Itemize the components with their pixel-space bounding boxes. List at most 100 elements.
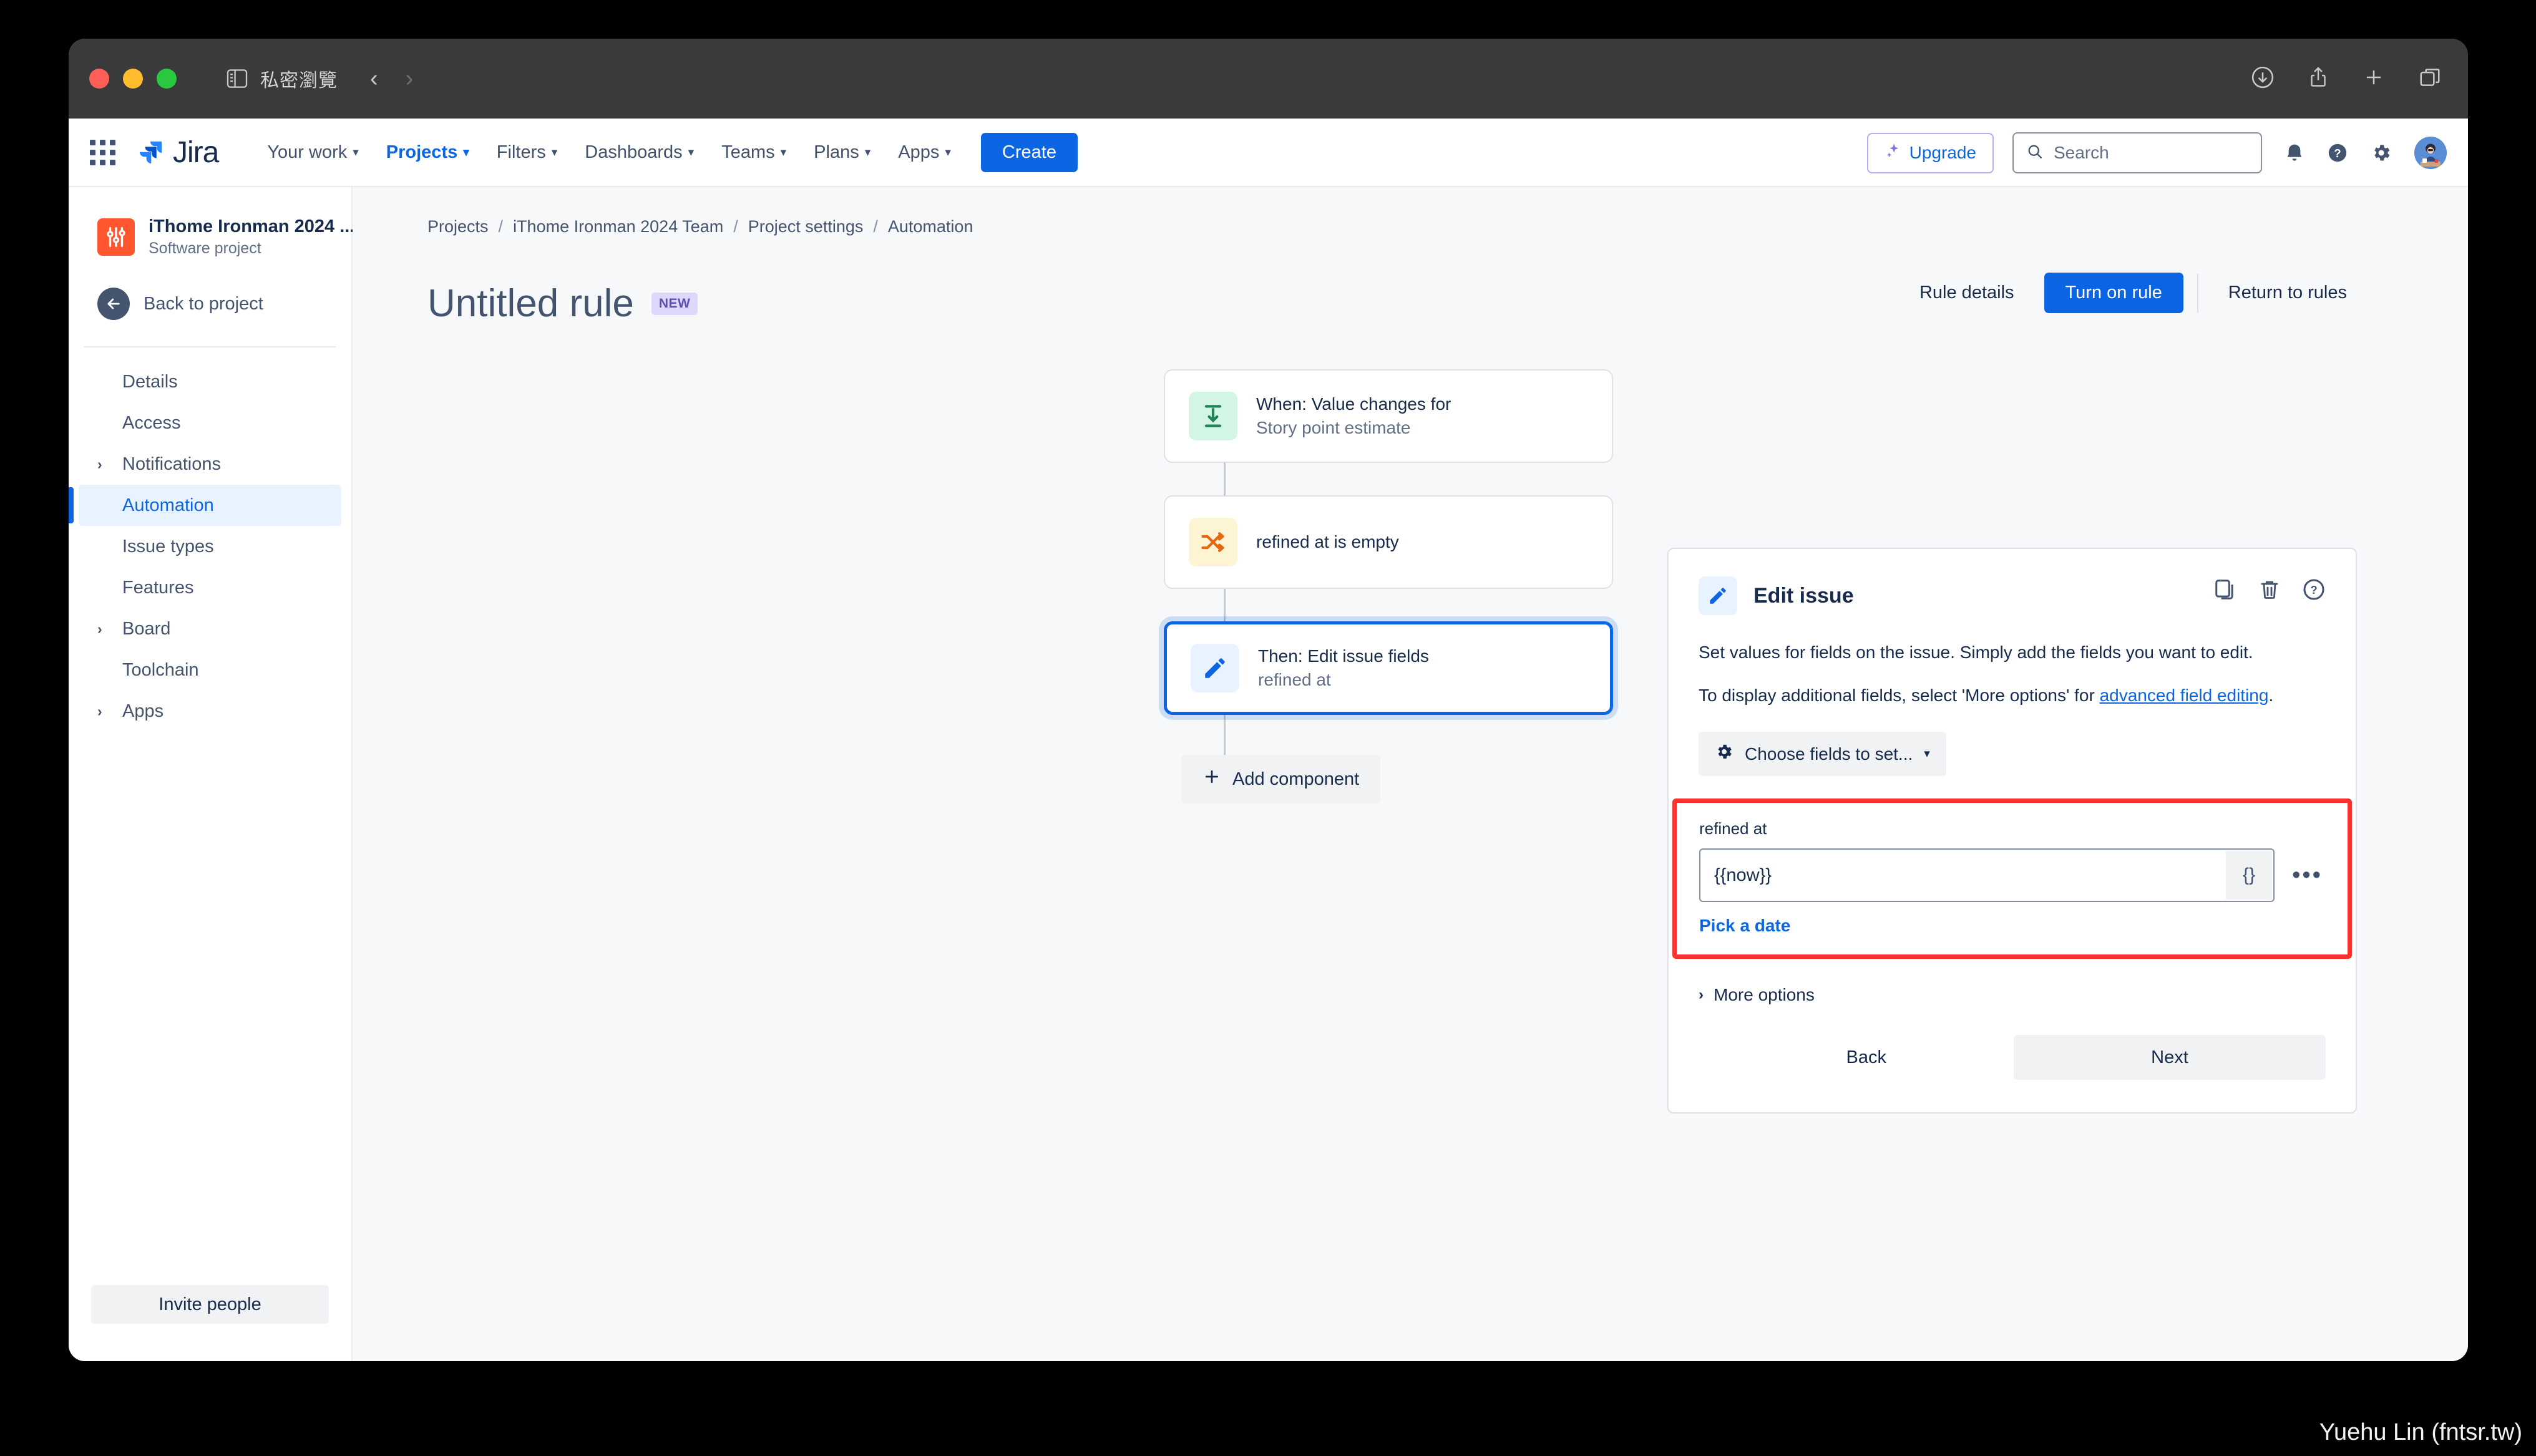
breadcrumb-project-settings[interactable]: Project settings <box>748 217 864 236</box>
more-options-label: More options <box>1714 985 1815 1005</box>
breadcrumb-automation[interactable]: Automation <box>888 217 973 236</box>
choose-fields-to-set-dropdown[interactable]: Choose fields to set... ▾ <box>1699 732 1946 777</box>
rule-node-action[interactable]: Then: Edit issue fields refined at <box>1164 621 1613 715</box>
chevron-right-icon: › <box>97 620 102 637</box>
browser-back-button[interactable]: ‹ <box>370 67 378 90</box>
minimize-window-button[interactable] <box>123 69 143 89</box>
app-switcher-icon[interactable] <box>90 139 115 165</box>
sidebar-item-board[interactable]: › Board <box>79 608 341 649</box>
browser-forward-button[interactable]: › <box>406 67 414 90</box>
jira-page: Jira Your work ▾ Projects ▾ Filters ▾ Da… <box>69 119 2468 1361</box>
rule-details-button[interactable]: Rule details <box>1903 273 2031 313</box>
sidebar-toggle-icon[interactable] <box>227 69 248 88</box>
search-input[interactable] <box>2054 143 2248 163</box>
pick-a-date-link[interactable]: Pick a date <box>1699 916 1790 936</box>
upgrade-button[interactable]: Upgrade <box>1866 132 1994 173</box>
sidebar-item-label: Access <box>122 412 181 433</box>
breadcrumb-project[interactable]: iThome Ironman 2024 Team <box>513 217 723 236</box>
delete-trash-icon[interactable] <box>2258 578 2281 601</box>
new-tab-icon[interactable] <box>2362 66 2386 92</box>
maximize-window-button[interactable] <box>157 69 177 89</box>
sidebar-item-label: Issue types <box>122 536 214 556</box>
settings-gear-icon[interactable] <box>2371 142 2392 163</box>
edit-issue-icon <box>1699 576 1737 615</box>
tab-overview-icon[interactable] <box>2418 66 2442 92</box>
sidebar-item-automation[interactable]: Automation <box>69 485 341 527</box>
chevron-down-icon: ▾ <box>945 145 951 159</box>
share-icon[interactable] <box>2307 66 2329 92</box>
refined-at-input[interactable] <box>1700 850 2274 901</box>
project-header[interactable]: iThome Ironman 2024 ... Software project <box>69 187 354 258</box>
rule-flow: When: Value changes for Story point esti… <box>1164 369 1613 803</box>
nav-label: Dashboards <box>585 142 683 162</box>
help-circle-icon[interactable]: ? <box>2302 578 2326 601</box>
watermark: Yuehu Lin (fntsr.tw) <box>2319 1419 2522 1445</box>
advanced-field-editing-link[interactable]: advanced field editing <box>2100 686 2269 705</box>
nav-item-projects[interactable]: Projects ▾ <box>373 133 483 172</box>
sidebar-item-features[interactable]: Features <box>79 567 341 608</box>
help-icon[interactable]: ? <box>2327 142 2348 163</box>
svg-text:?: ? <box>2334 147 2341 160</box>
jira-logo[interactable]: Jira <box>137 135 219 170</box>
page-title[interactable]: Untitled rule <box>427 281 634 326</box>
sidebar-item-notifications[interactable]: › Notifications <box>79 444 341 485</box>
breadcrumb-separator: / <box>733 217 738 236</box>
jira-wordmark: Jira <box>173 135 219 169</box>
refined-at-input-wrap[interactable]: {} <box>1699 848 2275 903</box>
panel-title: Edit issue <box>1753 583 1854 608</box>
more-options-toggle[interactable]: › More options <box>1699 985 2326 1005</box>
back-button[interactable]: Back <box>1828 1036 1905 1079</box>
download-icon[interactable] <box>2251 66 2275 92</box>
nav-item-your-work[interactable]: Your work ▾ <box>253 133 372 172</box>
rule-node-text: When: Value changes for Story point esti… <box>1256 394 1451 438</box>
rule-node-trigger[interactable]: When: Value changes for Story point esti… <box>1164 369 1613 463</box>
sidebar-item-access[interactable]: Access <box>79 402 341 444</box>
rule-node-subtitle: Story point estimate <box>1256 418 1411 437</box>
sidebar-item-details[interactable]: Details <box>79 361 341 402</box>
duplicate-icon[interactable] <box>2213 578 2237 601</box>
smart-value-button[interactable]: {} <box>2226 851 2273 900</box>
sidebar-item-apps[interactable]: › Apps <box>79 691 341 732</box>
chevron-down-icon: ▾ <box>353 145 359 159</box>
global-nav-items: Your work ▾ Projects ▾ Filters ▾ Dashboa… <box>253 132 1078 172</box>
choose-fields-label: Choose fields to set... <box>1745 744 1913 764</box>
plus-icon <box>1202 767 1221 791</box>
breadcrumb-projects[interactable]: Projects <box>427 217 489 236</box>
nav-item-teams[interactable]: Teams ▾ <box>708 133 800 172</box>
breadcrumb: Projects / iThome Ironman 2024 Team / Pr… <box>353 187 2468 236</box>
sidebar-item-toolchain[interactable]: Toolchain <box>79 649 341 691</box>
chevron-right-icon: › <box>1699 986 1704 1004</box>
sidebar-item-issue-types[interactable]: Issue types <box>79 526 341 567</box>
create-button[interactable]: Create <box>980 132 1078 172</box>
rule-node-condition[interactable]: refined at is empty <box>1164 495 1613 589</box>
panel-header: Edit issue ? <box>1699 576 2326 615</box>
chevron-right-icon: › <box>97 702 102 719</box>
next-button[interactable]: Next <box>2014 1035 2326 1080</box>
user-avatar[interactable] <box>2414 137 2447 169</box>
invite-people-button[interactable]: Invite people <box>91 1285 329 1324</box>
global-search-box[interactable] <box>2012 132 2262 173</box>
browser-window: 私密瀏覽 ‹ › Jira Your work ▾ Projects ▾ Fil… <box>69 39 2468 1361</box>
sidebar-item-label: Toolchain <box>122 659 199 680</box>
chevron-down-icon: ▾ <box>688 145 695 159</box>
close-window-button[interactable] <box>89 69 109 89</box>
panel-footer: Back Next <box>1699 1035 2326 1080</box>
nav-item-dashboards[interactable]: Dashboards ▾ <box>571 133 708 172</box>
notifications-bell-icon[interactable] <box>2285 143 2304 163</box>
turn-on-rule-button[interactable]: Turn on rule <box>2044 273 2183 313</box>
upgrade-label: Upgrade <box>1909 143 1976 162</box>
nav-item-filters[interactable]: Filters ▾ <box>483 133 572 172</box>
field-label-refined-at: refined at <box>1699 819 1767 838</box>
field-overflow-menu-button[interactable]: ••• <box>2290 863 2325 887</box>
chevron-down-icon: ▾ <box>1924 747 1930 761</box>
nav-item-apps[interactable]: Apps ▾ <box>884 133 965 172</box>
rule-node-text: refined at is empty <box>1256 532 1399 552</box>
add-component-button[interactable]: Add component <box>1181 755 1381 803</box>
back-to-project-button[interactable]: Back to project <box>97 288 351 321</box>
return-to-rules-button[interactable]: Return to rules <box>2212 273 2363 313</box>
invite-people-wrap: Invite people <box>69 1285 351 1361</box>
project-settings-sidebar: iThome Ironman 2024 ... Software project… <box>69 187 354 1361</box>
chevron-right-icon: › <box>97 455 102 472</box>
nav-item-plans[interactable]: Plans ▾ <box>800 133 884 172</box>
nav-label: Apps <box>898 142 940 162</box>
